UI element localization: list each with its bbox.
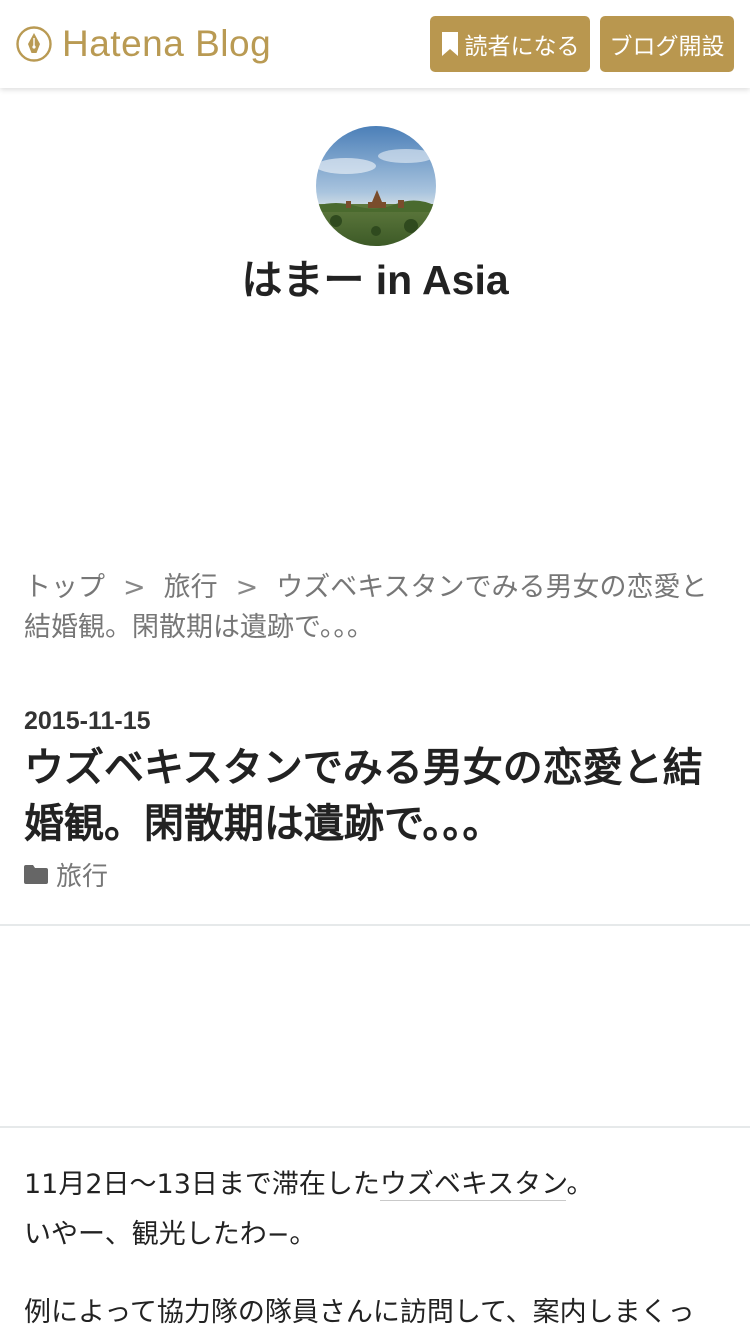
divider [0, 924, 750, 926]
keyword-link[interactable]: ウズベキスタン [379, 1169, 567, 1201]
entry-body: 11月2日〜13日まで滞在したウズベキスタン。 いやー、観光したわ−。 例によっ… [24, 1160, 744, 1338]
entry-category[interactable]: 旅行 [24, 854, 108, 894]
blog-avatar[interactable] [316, 126, 436, 246]
breadcrumb-separator: > [123, 572, 146, 603]
category-label: 旅行 [56, 861, 109, 892]
body-paragraph: いやー、観光したわ−。 [24, 1219, 317, 1250]
subscribe-button[interactable]: 読者になる [430, 16, 590, 72]
subscribe-label: 読者になる [464, 34, 580, 60]
logo-text: Hatena Blog [62, 23, 272, 64]
entry-date[interactable]: 2015-11-15 [24, 704, 151, 738]
folder-icon [24, 865, 48, 884]
open-blog-label: ブログ開設 [609, 34, 725, 60]
divider [0, 1126, 750, 1128]
breadcrumb-category[interactable]: 旅行 [164, 572, 218, 603]
bookmark-icon [441, 32, 458, 56]
open-blog-button[interactable]: ブログ開設 [600, 16, 734, 72]
header-bar: Hatena Blog 読者になる ブログ開設 [0, 0, 750, 88]
bagan-landscape-image [316, 126, 436, 246]
fountain-pen-icon [16, 26, 52, 62]
breadcrumb: トップ > 旅行 > ウズベキスタンでみる男女の恋愛と結婚観。閑散期は遺跡で。。。 [24, 568, 730, 648]
hatena-blog-logo[interactable]: Hatena Blog [16, 24, 271, 64]
breadcrumb-separator: > [235, 572, 259, 603]
body-paragraph: 11月2日〜13日まで滞在したウズベキスタン。 [24, 1160, 744, 1210]
breadcrumb-top[interactable]: トップ [24, 572, 105, 603]
blog-title[interactable]: はまー in Asia [0, 254, 750, 306]
body-paragraph: 例によって協力隊の隊員さんに訪問して、案内しまくっ [24, 1297, 695, 1328]
entry-title[interactable]: ウズベキスタンでみる男女の恋愛と結婚観。閑散期は遺跡で。。。 [24, 740, 730, 852]
body-text: 。 [566, 1169, 594, 1200]
body-text: 11月2日〜13日まで滞在した [24, 1169, 380, 1200]
